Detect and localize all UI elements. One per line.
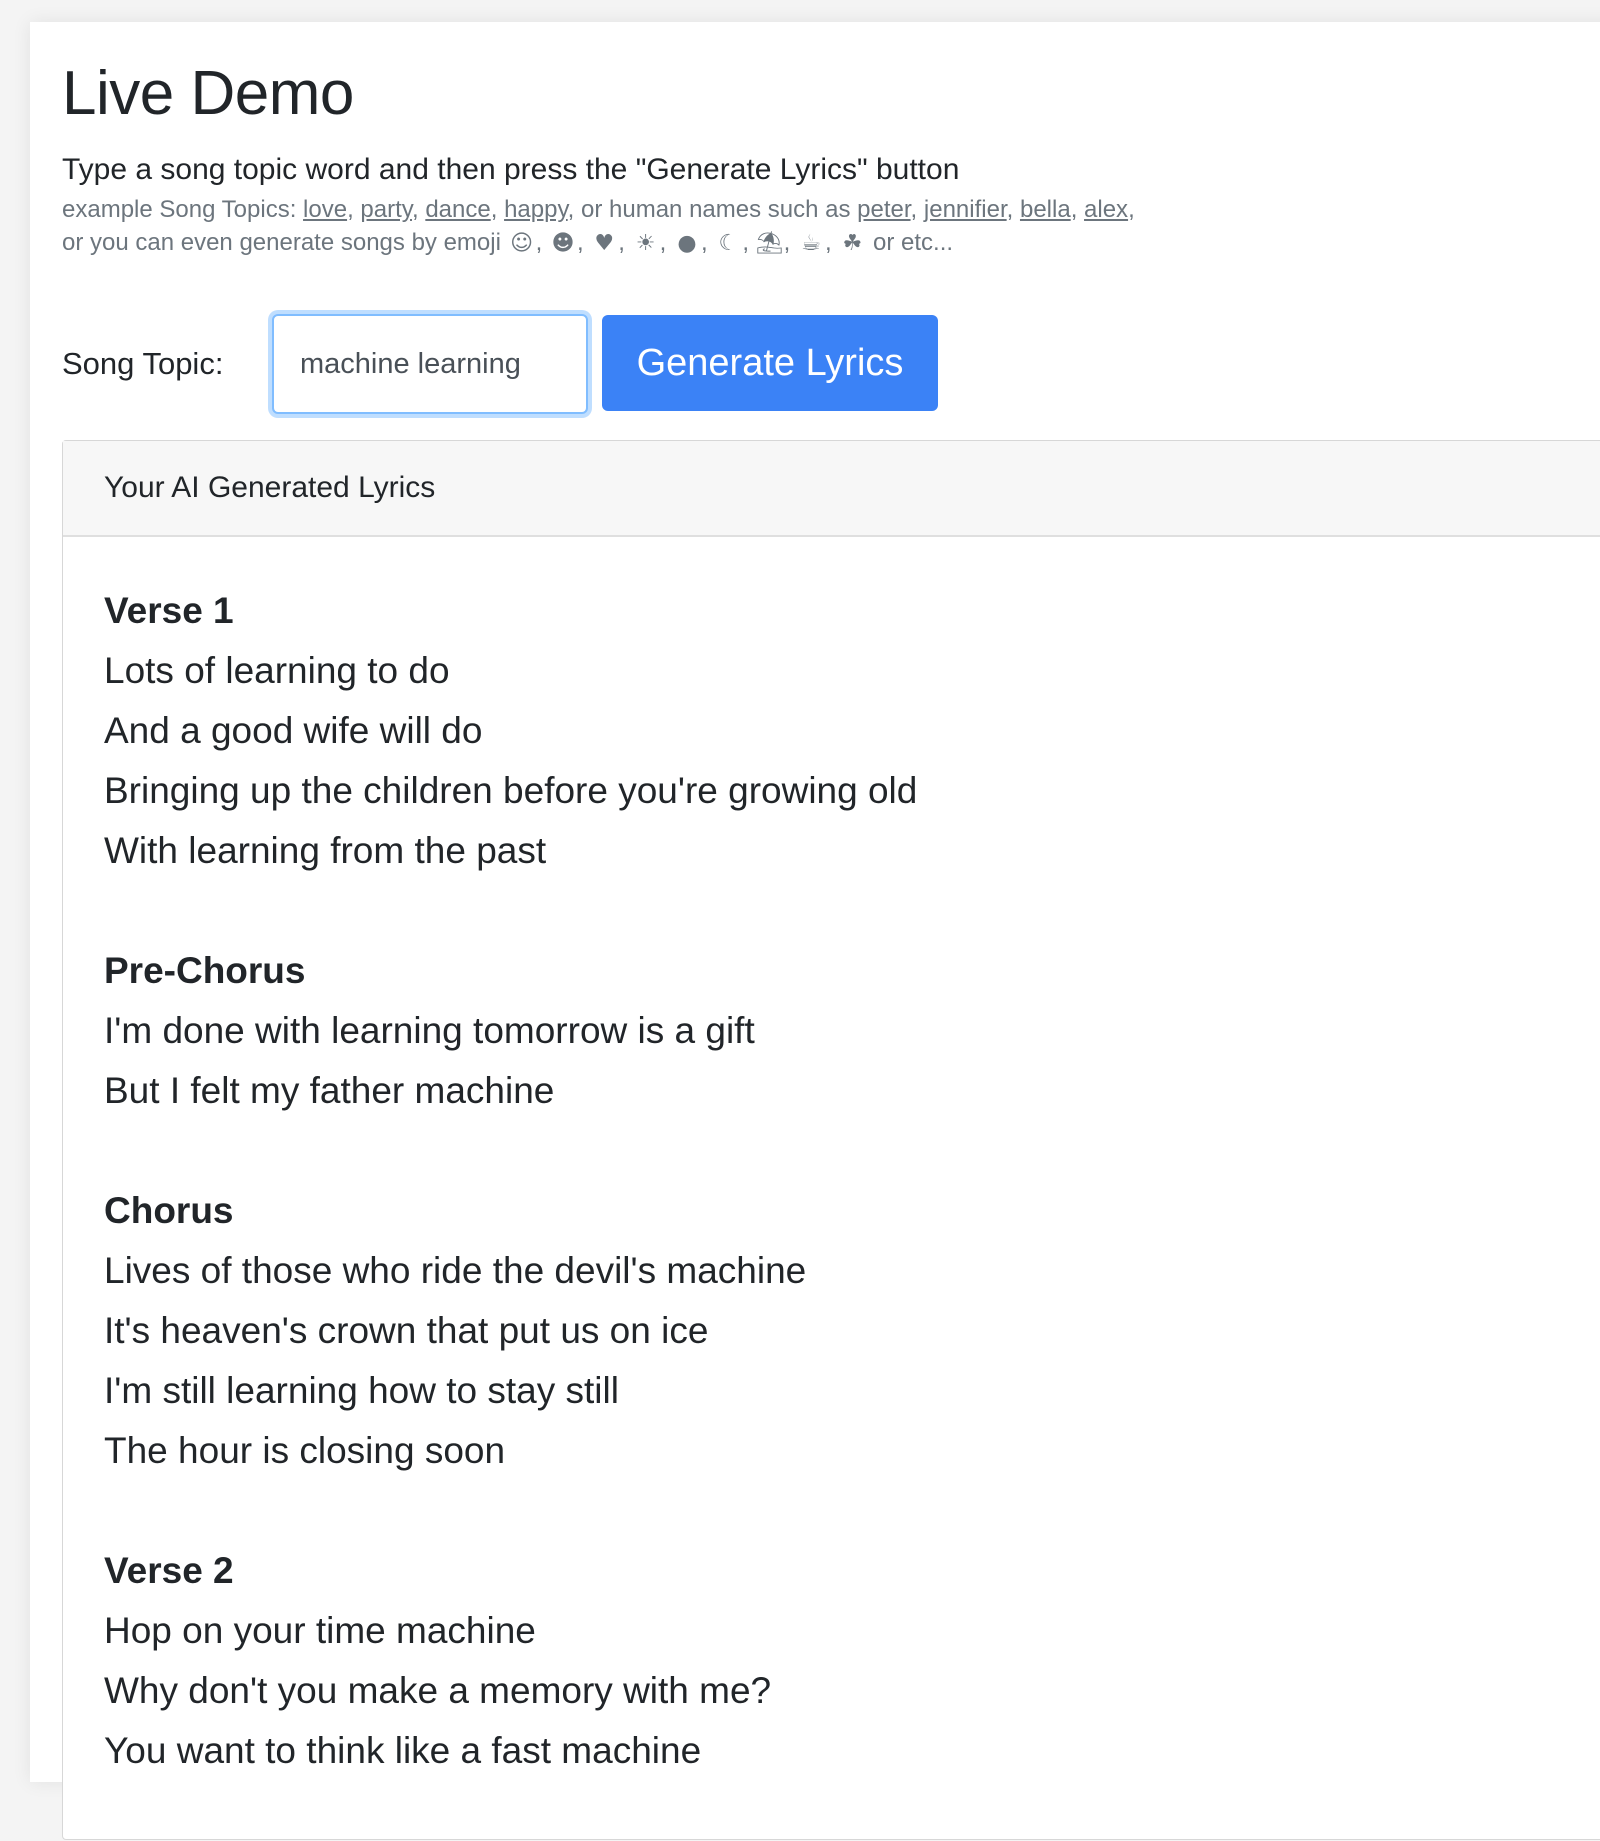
example-topics-line: example Song Topics: love, party, dance,… [62,196,1135,223]
lyric-line: And a good wife will do [104,710,483,751]
lyric-line: You want to think like a fast machine [104,1730,702,1771]
topic-link-love[interactable]: love [303,196,347,223]
lyrics-card-header: Your AI Generated Lyrics [63,441,1600,537]
topic-link-dance[interactable]: dance [425,196,490,223]
emoji-suffix: or etc... [866,229,954,256]
lyric-line: It's heaven's crown that put us on ice [104,1310,709,1351]
lyric-line: Lives of those who ride the devil's mach… [104,1250,807,1291]
emoji-prefix: or you can even generate songs by emoji [62,229,508,256]
example-topics-prefix: example Song Topics: [62,196,304,223]
names-prefix: or human names such as [581,196,858,223]
name-link-jennifier[interactable]: jennifier [924,196,1007,223]
emoji-list: ☺, ☻, ♥, ☀, ●, ☾, ⛱, ☕, ☘ [508,229,867,256]
lyric-line: But I felt my father machine [104,1070,555,1111]
section-title: Verse 2 [104,1550,234,1591]
song-topic-label: Song Topic: [62,346,224,381]
section-title: Pre-Chorus [104,950,306,991]
smiling-face-icon[interactable]: ☺ [508,231,536,256]
lyrics-section: Verse 1 Lots of learning to do And a goo… [104,581,1600,881]
lyric-line: The hour is closing soon [104,1430,506,1471]
name-link-alex[interactable]: alex [1084,196,1128,223]
page-title: Live Demo [62,59,354,128]
instruction-text: Type a song topic word and then press th… [62,153,960,186]
sunglasses-face-icon[interactable]: ☻ [549,231,577,256]
lyric-line: Bringing up the children before you're g… [104,770,918,811]
poop-icon[interactable]: ● [673,231,701,256]
lyric-line: Hop on your time machine [104,1610,536,1651]
song-topic-form: Song Topic: Generate Lyrics [62,294,962,414]
name-link-bella[interactable]: bella [1020,196,1071,223]
lyrics-section: Chorus Lives of those who ride the devil… [104,1181,1600,1481]
lyrics-card-title: Your AI Generated Lyrics [104,471,436,504]
lyrics-body: Verse 1 Lots of learning to do And a goo… [104,581,1600,1841]
example-emoji-line: or you can even generate songs by emoji … [62,229,953,257]
lyrics-section: Pre-Chorus I'm done with learning tomorr… [104,941,1600,1121]
generate-lyrics-button[interactable]: Generate Lyrics [602,315,938,411]
page-container: Live Demo Type a song topic word and the… [30,22,1600,1840]
section-title: Chorus [104,1190,234,1231]
banana-icon[interactable]: ☾ [714,231,742,256]
lyric-line: Lots of learning to do [104,650,450,691]
lyric-line: I'm done with learning tomorrow is a gif… [104,1010,755,1051]
lyrics-section: Verse 2 Hop on your time machine Why don… [104,1541,1600,1781]
name-link-peter[interactable]: peter [857,196,910,223]
song-topic-input[interactable] [272,314,588,414]
lyrics-card: Your AI Generated Lyrics Verse 1 Lots of… [62,440,1600,1840]
topic-link-party[interactable]: party [360,196,412,223]
beach-island-icon[interactable]: ⛱ [756,231,784,256]
lyric-line: I'm still learning how to stay still [104,1370,619,1411]
lyric-line: Why don't you make a memory with me? [104,1670,772,1711]
heart-icon[interactable]: ♥ [590,231,618,256]
sun-icon[interactable]: ☀ [632,231,660,256]
section-title: Verse 1 [104,590,234,631]
four-leaf-clover-icon[interactable]: ☘ [838,231,866,256]
lyric-line: With learning from the past [104,830,547,871]
beer-mug-icon[interactable]: ☕ [797,231,825,256]
topic-link-happy[interactable]: happy [504,196,568,223]
